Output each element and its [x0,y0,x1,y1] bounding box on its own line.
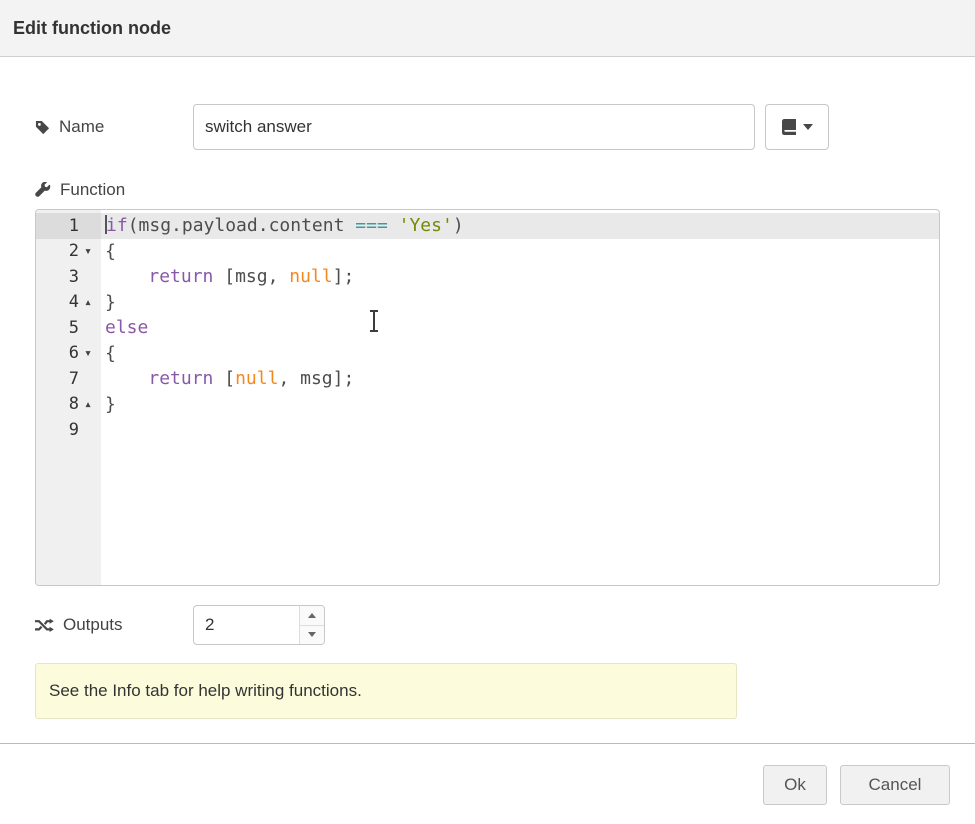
info-tip: See the Info tab for help writing functi… [35,663,737,719]
book-icon [782,119,796,135]
outputs-row: Outputs [35,605,940,645]
line-number: 6 [36,343,79,363]
line-number: 9 [36,420,79,440]
tag-icon [35,120,50,135]
outputs-input[interactable] [194,606,299,644]
gutter-cell: 1 [36,213,101,239]
function-label-text: Function [60,180,125,200]
code-line[interactable] [101,417,939,443]
dialog-body: Name Function 12▾34▴56▾78▴9 if(msg.payl [0,104,975,719]
line-number: 1 [36,216,79,236]
code-line[interactable]: } [101,290,939,316]
name-row: Name [35,104,940,150]
function-label: Function [35,180,193,200]
code-line[interactable]: { [101,239,939,265]
outputs-label: Outputs [35,615,193,635]
code-line[interactable]: return [msg, null]; [101,264,939,290]
edit-function-node-dialog: Edit function node Name [0,0,975,805]
fold-close-icon[interactable]: ▴ [79,296,97,309]
gutter-cell: 5 [36,315,101,341]
line-number: 8 [36,394,79,414]
function-code-editor: 12▾34▴56▾78▴9 if(msg.payload.content ===… [35,209,940,586]
code-line[interactable]: { [101,341,939,367]
gutter-cell: 9 [36,417,101,443]
spinner-up-button[interactable] [300,606,324,625]
info-tip-text: See the Info tab for help writing functi… [49,681,362,701]
gutter-cell: 4▴ [36,290,101,316]
dialog-footer: Ok Cancel [0,744,975,805]
shuffle-icon [35,618,54,633]
name-input[interactable] [193,104,755,150]
arrow-up-icon [308,613,316,618]
wrench-icon [35,182,51,198]
fold-open-icon[interactable]: ▾ [79,347,97,360]
line-number: 5 [36,318,79,338]
code-line[interactable]: return [null, msg]; [101,366,939,392]
code-line[interactable]: if(msg.payload.content === 'Yes') [101,213,939,239]
line-number: 3 [36,267,79,287]
code-line[interactable]: else [101,315,939,341]
gutter-cell: 3 [36,264,101,290]
gutter-cell: 6▾ [36,341,101,367]
name-label: Name [35,117,193,137]
dialog-title: Edit function node [13,18,171,39]
spinner-buttons [299,606,324,644]
line-number: 4 [36,292,79,312]
name-label-text: Name [59,117,104,137]
fold-close-icon[interactable]: ▴ [79,398,97,411]
gutter-cell: 2▾ [36,239,101,265]
function-label-row: Function [35,179,940,201]
line-number: 7 [36,369,79,389]
editor-code-area[interactable]: if(msg.payload.content === 'Yes'){ retur… [101,210,939,585]
arrow-down-icon [308,632,316,637]
dialog-header: Edit function node [0,0,975,57]
fold-open-icon[interactable]: ▾ [79,245,97,258]
outputs-label-text: Outputs [63,615,123,635]
caret-down-icon [803,124,813,130]
cancel-button[interactable]: Cancel [840,765,950,805]
gutter-cell: 7 [36,366,101,392]
outputs-spinner [193,605,325,645]
line-number: 2 [36,241,79,261]
gutter-cell: 8▴ [36,392,101,418]
ok-button[interactable]: Ok [763,765,827,805]
code-line[interactable]: } [101,392,939,418]
spinner-down-button[interactable] [300,625,324,645]
library-button[interactable] [765,104,829,150]
editor-gutter: 12▾34▴56▾78▴9 [36,210,101,585]
